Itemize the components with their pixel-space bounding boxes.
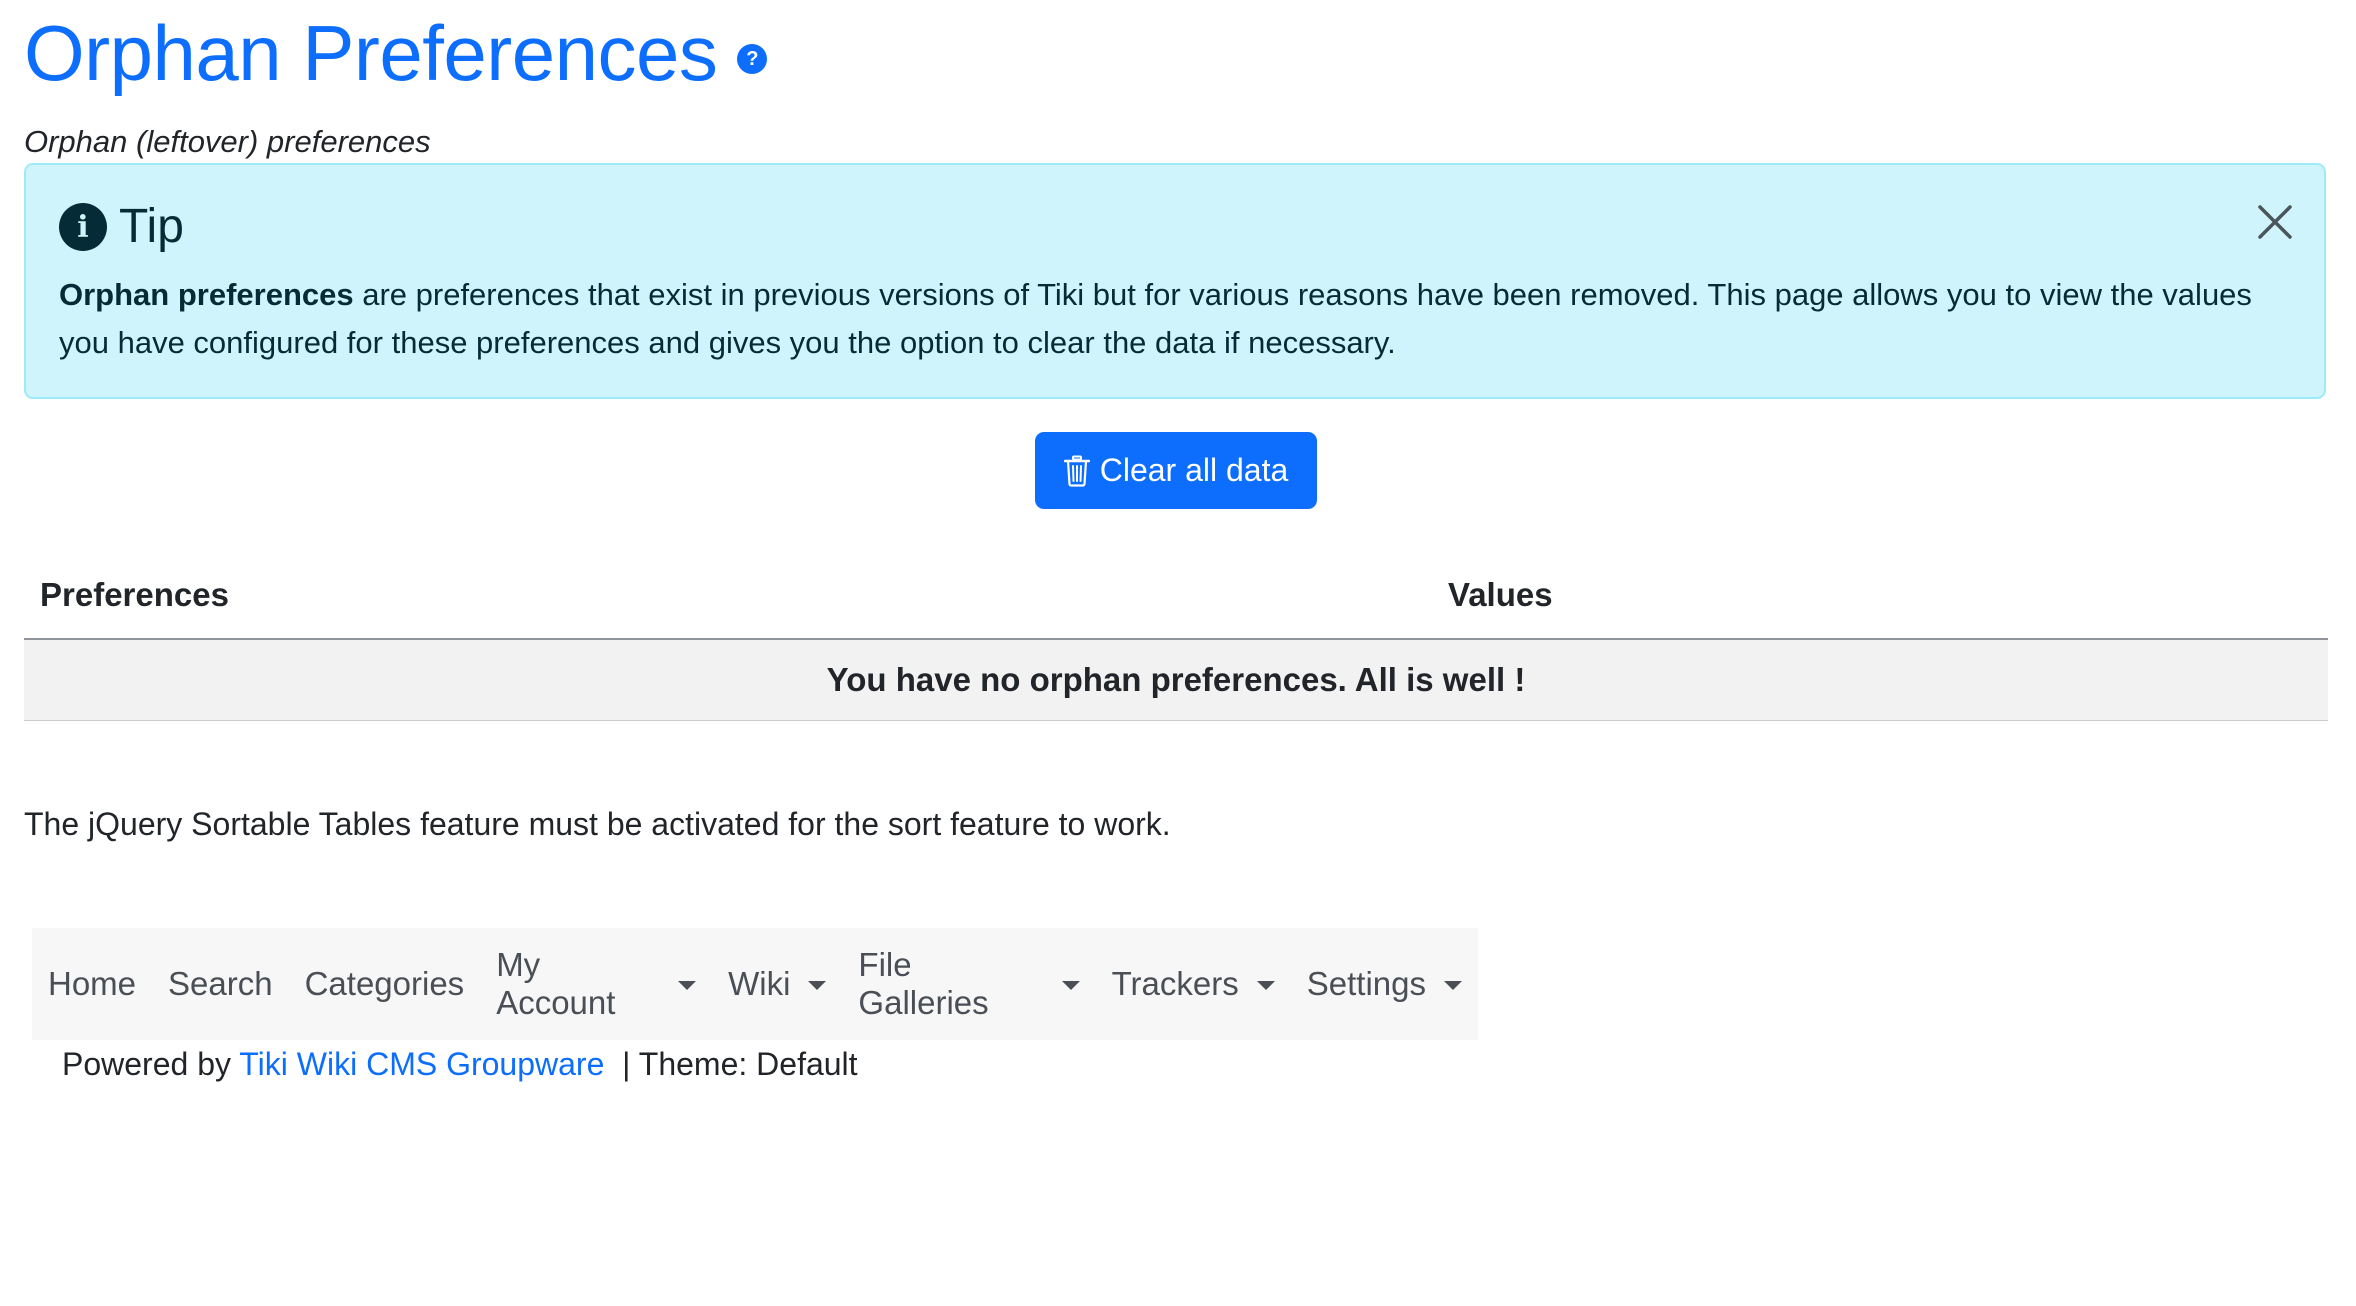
- clear-all-data-label: Clear all data: [1099, 452, 1289, 488]
- footer-powered-by: Powered by Tiki Wiki CMS Groupware | The…: [62, 1046, 858, 1083]
- tip-bold-text: Orphan preferences: [59, 277, 354, 312]
- powered-by-text: Powered by: [62, 1046, 231, 1082]
- nav-item-label: Search: [168, 965, 273, 1002]
- nav-item-wiki[interactable]: Wiki: [712, 965, 842, 1003]
- info-circle-icon: i: [59, 203, 107, 251]
- empty-message: You have no orphan preferences. All is w…: [826, 661, 1526, 698]
- tip-text: Orphan preferences are preferences that …: [59, 271, 2279, 367]
- tip-alert: i Tip Orphan preferences are preferences…: [24, 163, 2326, 399]
- nav-item-label: Home: [48, 965, 137, 1002]
- nav-item-label: My Account: [496, 946, 616, 1021]
- nav-item-file-galleries[interactable]: File Galleries: [842, 946, 1095, 1022]
- theme-text: | Theme: Default: [622, 1046, 858, 1082]
- caret-down-icon: [678, 980, 697, 990]
- clear-all-data-button[interactable]: Clear all data: [1035, 432, 1317, 509]
- sortable-tables-note: The jQuery Sortable Tables feature must …: [24, 806, 1171, 842]
- tip-body-text: are preferences that exist in previous v…: [59, 277, 2252, 360]
- nav-item-label: File Galleries: [858, 946, 989, 1021]
- table-row-empty: You have no orphan preferences. All is w…: [24, 640, 2328, 721]
- footer-navbar: Home Search Categories My Account Wiki F…: [32, 928, 1478, 1040]
- nav-item-settings[interactable]: Settings: [1291, 965, 1478, 1003]
- preferences-table: Preferences Values You have no orphan pr…: [24, 560, 2328, 721]
- close-icon-graphic: [2258, 205, 2292, 239]
- nav-item-my-account[interactable]: My Account: [480, 946, 712, 1022]
- nav-item-search[interactable]: Search: [152, 965, 289, 1003]
- page-subtitle: Orphan (leftover) preferences: [24, 124, 431, 159]
- tip-header: i Tip: [59, 203, 184, 251]
- nav-item-label: Trackers: [1111, 965, 1239, 1002]
- caret-down-icon: [1061, 980, 1080, 990]
- nav-item-label: Wiki: [728, 965, 791, 1002]
- column-header-values[interactable]: Values: [1448, 576, 1553, 614]
- nav-item-label: Categories: [304, 965, 465, 1002]
- column-header-preferences[interactable]: Preferences: [40, 576, 229, 614]
- caret-down-icon: [1256, 980, 1275, 990]
- nav-item-label: Settings: [1306, 965, 1426, 1002]
- page-title[interactable]: Orphan Preferences: [24, 14, 718, 92]
- page: Orphan Preferences ? Orphan (leftover) p…: [24, 0, 2328, 842]
- question-circle-icon[interactable]: ?: [737, 44, 768, 74]
- tip-title: Tip: [119, 200, 184, 253]
- tiki-wiki-link[interactable]: Tiki Wiki CMS Groupware: [239, 1046, 604, 1082]
- nav-item-categories[interactable]: Categories: [289, 965, 481, 1003]
- title-row: Orphan Preferences ?: [24, 8, 2328, 98]
- caret-down-icon: [808, 980, 827, 990]
- nav-item-trackers[interactable]: Trackers: [1096, 965, 1291, 1003]
- table-header: Preferences Values: [24, 560, 2328, 640]
- nav-item-home[interactable]: Home: [32, 965, 152, 1003]
- caret-down-icon: [1444, 980, 1462, 990]
- trash-icon: [1063, 455, 1090, 487]
- close-icon[interactable]: [2254, 201, 2296, 243]
